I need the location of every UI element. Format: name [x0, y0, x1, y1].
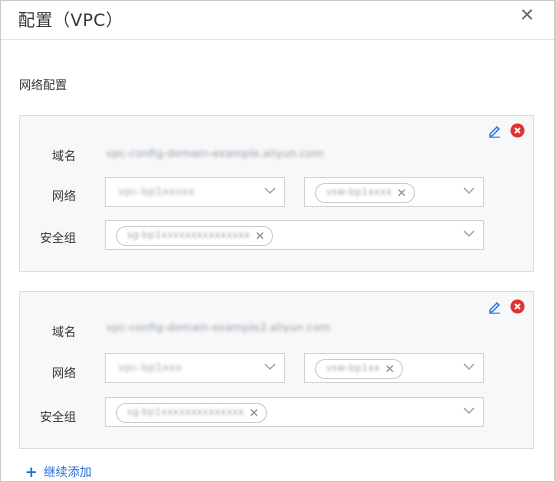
vswitch-tag: vsw-bp1xxxx ✕ [315, 183, 415, 203]
security-group-label: 安全组 [39, 410, 76, 424]
domain-label: 域名 [51, 325, 76, 339]
vswitch-select[interactable]: vsw-bp1xx ✕ [304, 353, 484, 383]
security-group-select[interactable]: sg-bp1xxxxxxxxxxxxxxx ✕ [105, 220, 484, 250]
vpc-select-value: vpc-bp1xxxxx [118, 185, 196, 198]
tag-close-icon[interactable]: ✕ [397, 184, 407, 202]
remove-icon[interactable] [510, 299, 525, 314]
network-label: 网络 [51, 366, 76, 380]
vpc-select-value: vpc-bp1xxx [118, 361, 183, 374]
plus-icon: + [25, 462, 38, 481]
card-actions [487, 122, 525, 138]
edit-icon[interactable] [487, 299, 502, 314]
add-more-label: 继续添加 [43, 465, 92, 479]
card-actions [487, 298, 525, 314]
security-group-select[interactable]: sg-bp1xxxxxxxxxxxxxx ✕ [105, 397, 484, 427]
security-group-tag: sg-bp1xxxxxxxxxxxxxx ✕ [116, 403, 268, 423]
vswitch-select[interactable]: vsw-bp1xxxx ✕ [304, 177, 484, 207]
edit-icon[interactable] [487, 123, 502, 138]
vpc-config-dialog: 配置（VPC） ✕ 网络配置 域名 vpc-config-domain-exam… [0, 0, 555, 482]
chevron-down-icon [264, 363, 276, 370]
section-title: 网络配置 [19, 78, 68, 92]
security-group-tag: sg-bp1xxxxxxxxxxxxxxx ✕ [116, 226, 273, 246]
tag-close-icon[interactable]: ✕ [249, 404, 259, 422]
chevron-down-icon [463, 407, 475, 414]
tag-close-icon[interactable]: ✕ [255, 227, 265, 245]
network-config-card: 域名 vpc-config-domain-example2.aliyun.com… [19, 291, 534, 449]
domain-label: 域名 [51, 149, 76, 163]
dialog-header: 配置（VPC） ✕ [1, 1, 554, 40]
network-label: 网络 [51, 189, 76, 203]
network-config-card: 域名 vpc-config-domain-example.aliyun.com … [19, 115, 534, 272]
vpc-select[interactable]: vpc-bp1xxxxx [105, 177, 285, 207]
chevron-down-icon [463, 363, 475, 370]
vpc-select[interactable]: vpc-bp1xxx [105, 353, 285, 383]
vswitch-tag: vsw-bp1xx ✕ [315, 359, 403, 379]
dialog-title: 配置（VPC） [18, 11, 124, 31]
chevron-down-icon [264, 187, 276, 194]
close-icon[interactable]: ✕ [518, 7, 536, 25]
domain-value: vpc-config-domain-example.aliyun.com [106, 147, 324, 160]
chevron-down-icon [463, 187, 475, 194]
remove-icon[interactable] [510, 123, 525, 138]
tag-close-icon[interactable]: ✕ [385, 360, 395, 378]
add-more-button[interactable]: + 继续添加 [25, 463, 92, 480]
security-group-label: 安全组 [39, 231, 76, 245]
chevron-down-icon [463, 230, 475, 237]
domain-value: vpc-config-domain-example2.aliyun.com [106, 321, 331, 334]
